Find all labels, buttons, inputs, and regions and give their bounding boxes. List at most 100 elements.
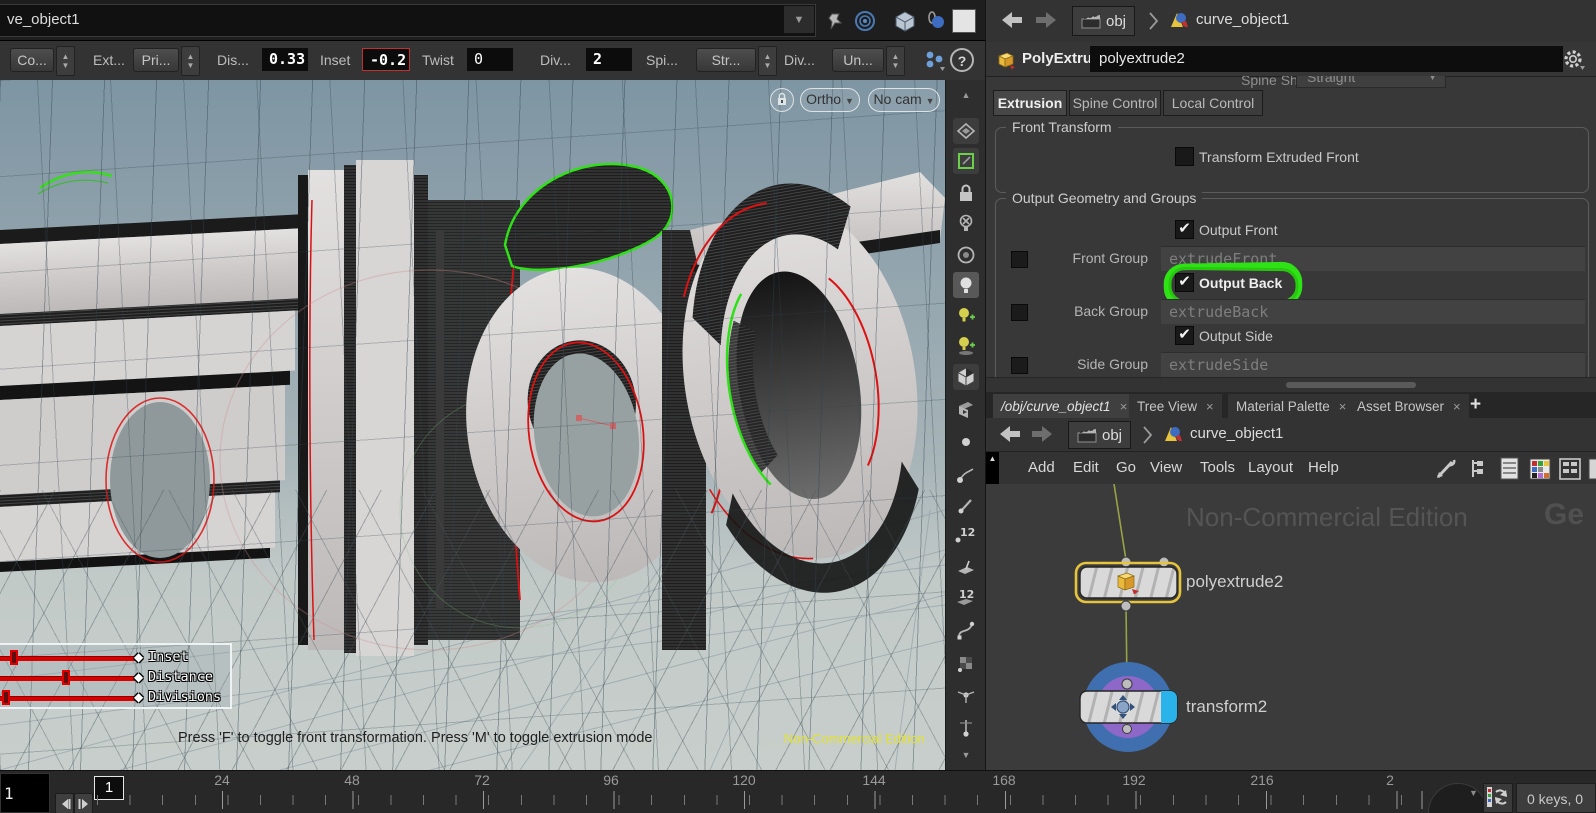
cube-display-icon[interactable] [892,8,918,34]
uniform-combo[interactable]: Un... [832,48,884,72]
side-group-toggle[interactable] [1011,357,1028,374]
current-frame-field[interactable]: 1 [0,773,50,813]
tab-obj-curve-object1[interactable]: /obj/curve_object1 × [993,394,1136,418]
close-icon[interactable]: × [1339,395,1347,418]
hud-handle[interactable] [10,650,18,665]
step-back-button[interactable] [55,793,74,813]
lock-camera-icon[interactable] [770,88,794,112]
presets-icon[interactable] [922,47,948,78]
point-numbers-icon[interactable]: 12 [953,522,979,548]
list-view-icon[interactable] [1498,456,1522,482]
transform-extruded-front-checkbox[interactable] [1175,147,1194,166]
close-icon[interactable]: × [1120,395,1128,418]
light-off-icon[interactable] [953,210,979,236]
inset-field[interactable]: -0.2 [362,48,410,71]
menu-layout[interactable]: Layout [1248,459,1293,476]
front-group-toggle[interactable] [1011,251,1028,268]
primitive-combo[interactable]: Pri... [133,48,179,72]
white-square-icon[interactable] [952,9,976,33]
back-arrow-icon[interactable] [1000,11,1024,31]
side-group-field[interactable]: extrudeSide [1161,352,1585,377]
pane-spine-handle[interactable]: ▲ [986,452,999,485]
texture-checker-icon[interactable] [953,650,979,676]
twist-field[interactable]: 0 [467,48,513,71]
high-quality-light-icon[interactable] [953,302,979,328]
secure-selection-icon[interactable] [953,148,979,174]
forward-arrow-icon[interactable] [1030,425,1054,445]
lock-icon[interactable] [953,180,979,206]
hud-slider-divisions[interactable]: ◆ Divisions [0,689,230,707]
node-name-field[interactable]: polyextrude2 [1090,46,1563,72]
node-label-transform2[interactable]: transform2 [1186,697,1267,717]
prim-normal-icon[interactable] [953,554,979,580]
chevron-down-icon[interactable]: ▼ [784,6,814,33]
uniform-spinner[interactable]: ▲ ▼ [886,46,905,76]
clipped-toolbar-icon[interactable] [1588,457,1596,481]
spine-shape-combo[interactable]: Str... [696,48,756,72]
normal-lighting-icon[interactable] [953,272,979,298]
tab-extrusion[interactable]: Extrusion [993,90,1067,116]
primitive-spinner[interactable]: ▲ ▼ [181,46,200,76]
collision-combo[interactable]: Co... [10,48,54,72]
network-editor-canvas[interactable]: Non-Commercial Edition Ge polyextrude2 t… [986,484,1596,770]
shapes-display-icon[interactable] [922,8,948,34]
param-hscrollbar[interactable] [986,377,1596,392]
scroll-down-icon[interactable]: ▼ [953,742,979,768]
add-tab-button[interactable]: + [1470,394,1481,416]
close-icon[interactable]: × [1206,395,1214,418]
breadcrumb-node-label[interactable]: curve_object1 [1190,425,1283,442]
tab-asset-browser[interactable]: Asset Browser × [1349,394,1469,418]
breadcrumb-obj[interactable]: obj [1068,421,1132,449]
prim-numbers-icon[interactable]: 12 [953,586,979,612]
shading-cube-icon[interactable] [953,364,979,390]
step-forward-button[interactable] [74,793,93,813]
menu-add[interactable]: Add [1028,459,1055,476]
hud-slider-distance[interactable]: ◆ Distance [0,669,230,687]
network-grid-icon[interactable] [1558,457,1582,481]
output-front-checkbox[interactable]: ✔ [1175,220,1194,239]
scene-viewport[interactable]: Ortho ▼ No cam ▼ ◆ Inset ◆ Distance ◆ Di… [0,80,945,770]
help-icon[interactable]: ? [950,48,974,72]
menu-tools[interactable]: Tools [1200,459,1235,476]
scroll-up-icon[interactable]: ▲ [953,82,979,108]
divisions-field[interactable]: 2 [586,48,632,71]
tab-material-palette[interactable]: Material Palette × [1228,394,1355,418]
point-marker-icon[interactable] [953,432,979,458]
close-icon[interactable]: × [1453,395,1461,418]
tab-local-control[interactable]: Local Control [1163,90,1263,116]
operation-path-combo[interactable]: ve_object1 ▼ [0,4,816,37]
high-quality-light-shadow-icon[interactable] [953,332,979,358]
spine-spinner[interactable]: ▲ ▼ [758,46,777,76]
pin-icon[interactable] [822,8,848,34]
timeline-minor-ticks[interactable] [94,795,1424,805]
hud-slider-inset[interactable]: ◆ Inset [0,649,230,667]
flipbook-render-icon[interactable] [953,396,979,422]
back-group-field[interactable]: extrudeBack [1161,299,1585,324]
output-side-checkbox[interactable]: ✔ [1175,326,1194,345]
menu-go[interactable]: Go [1116,459,1136,476]
camera-select-button[interactable]: No cam ▼ [868,88,940,112]
forward-arrow-icon[interactable] [1034,11,1058,31]
vertex-normals-icon[interactable] [953,682,979,708]
gear-icon[interactable] [1562,48,1586,72]
node-graph[interactable] [986,484,1596,770]
distance-field[interactable]: 0.33 [262,48,308,71]
menu-view[interactable]: View [1150,459,1182,476]
point-normal-icon[interactable] [953,492,979,518]
back-arrow-icon[interactable] [998,425,1022,445]
headlight-icon[interactable] [953,242,979,268]
clipped-param-combo[interactable]: Straight ▼ [1296,76,1446,88]
tools-wrench-icon[interactable] [1434,457,1460,481]
hud-handle[interactable] [62,670,70,685]
ortho-view-button[interactable]: Ortho ▼ [800,88,860,112]
particle-origin-icon[interactable] [953,714,979,740]
hud-handle[interactable] [2,690,10,705]
breadcrumb-obj[interactable]: obj [1072,6,1136,36]
menu-edit[interactable]: Edit [1073,459,1099,476]
hscroll-thumb[interactable] [1286,382,1416,388]
playbar-options-button[interactable]: ▼ [1428,783,1488,813]
tab-tree-view[interactable]: Tree View × [1129,394,1222,418]
profile-curve-icon[interactable] [953,618,979,644]
point-trail-icon[interactable] [953,462,979,488]
collision-spinner[interactable]: ▲ ▼ [56,46,75,76]
